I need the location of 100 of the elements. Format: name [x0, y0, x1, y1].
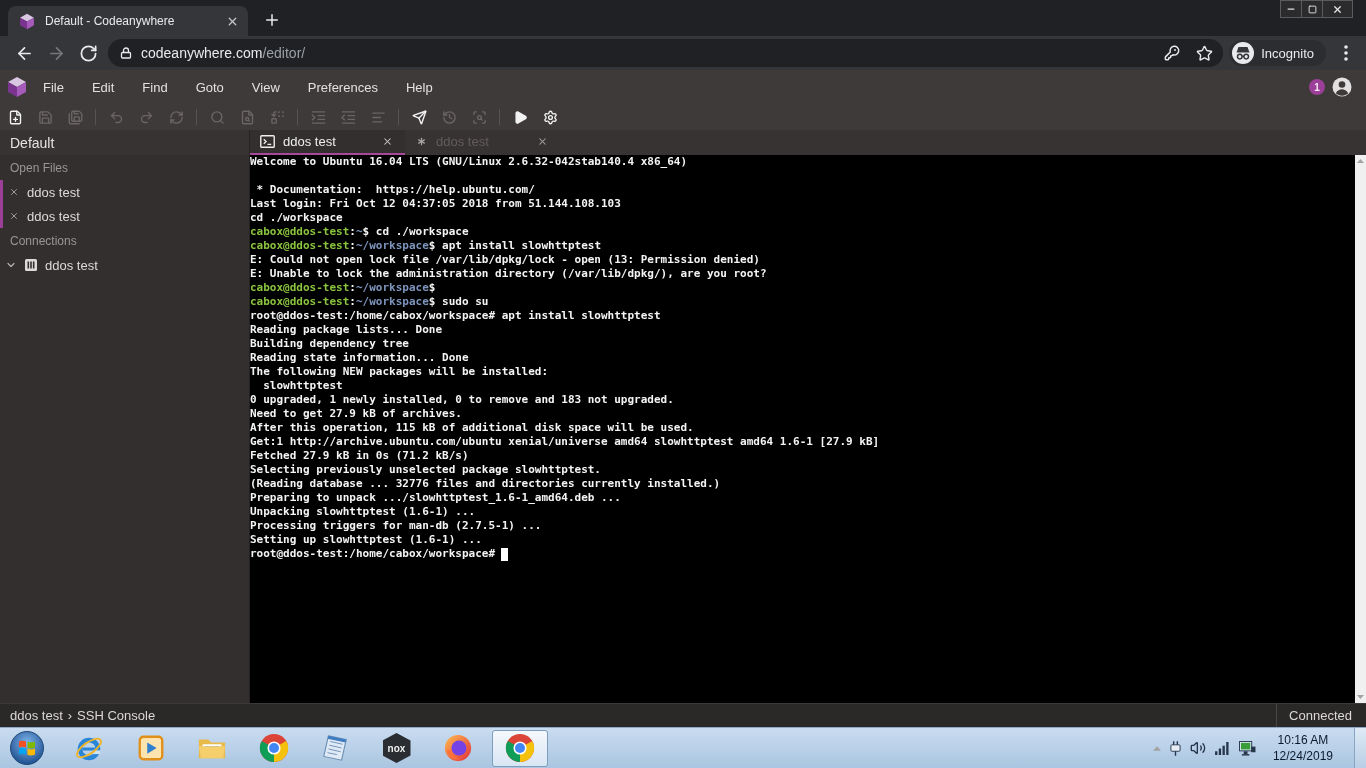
menu-item[interactable]: Goto: [181, 75, 238, 99]
scrollbar[interactable]: [1355, 155, 1366, 703]
terminal-line: E: Could not open lock file /var/lib/dpkg/lock - open (13: Permission denied): [250, 253, 760, 267]
search-icon: [209, 109, 225, 125]
server-icon: [25, 259, 37, 271]
network-icon[interactable]: [1238, 740, 1256, 756]
taskbar-button[interactable]: [491, 729, 548, 767]
firefox-icon: [443, 733, 473, 763]
replace-icon: [269, 109, 285, 125]
send-icon: [411, 109, 427, 125]
terminal-icon: [260, 135, 275, 148]
menu-item[interactable]: Edit: [77, 75, 129, 99]
terminal-line: root@ddos-test:/home/cabox/workspace#: [250, 547, 496, 561]
terminal-line: Need to get 27.9 kB of archives.: [250, 407, 462, 421]
tab-title: Default - Codeanywhere: [45, 14, 176, 28]
play-icon: [512, 109, 528, 125]
profile-label: Incognito: [1261, 45, 1314, 61]
key-icon[interactable]: [1164, 45, 1181, 61]
terminal-line: cabox@ddos-test:~/workspace$: [250, 281, 436, 295]
terminal-line: E: Unable to lock the administration directory (/var/lib/dpkg/), are you root?: [250, 267, 767, 281]
menu-item[interactable]: View: [237, 75, 294, 99]
terminal-line: Selecting previously unselected package slowhttptest.: [250, 463, 601, 477]
clock-date[interactable]: 12/24/2019: [1272, 748, 1333, 764]
menu-item[interactable]: Find: [128, 75, 182, 99]
notification-badge[interactable]: 1: [1309, 79, 1325, 95]
url-text: codeanywhere.com/editor/: [141, 45, 306, 61]
chrome-icon: [504, 733, 535, 763]
connection-item[interactable]: ddos test: [0, 253, 249, 277]
terminal-line: Welcome to Ubuntu 16.04 LTS (GNU/Linux 2.6.32-042stab140.4 x86_64): [250, 155, 688, 169]
project-title: Default: [10, 134, 55, 151]
terminal-line: Reading state information... Done: [250, 351, 469, 365]
terminal-line: Processing triggers for man-db (2.7.5-1) ...: [250, 519, 542, 533]
scan-search-icon: [471, 109, 487, 125]
close-icon: [536, 136, 548, 147]
outdent-icon: [340, 109, 356, 125]
incognito-button[interactable]: Incognito: [1229, 40, 1326, 66]
speaker-icon[interactable]: [1189, 740, 1206, 756]
connection-name: ddos test: [45, 257, 98, 273]
user-icon[interactable]: [1332, 77, 1352, 97]
lock-icon: [120, 47, 132, 59]
settings-icon: [542, 109, 558, 125]
taskbar-button[interactable]: nox: [368, 729, 425, 767]
asterisk-icon: [415, 135, 428, 148]
close-tab-button[interactable]: [536, 135, 548, 148]
close-window-button[interactable]: [1322, 0, 1353, 18]
plug-icon[interactable]: [1169, 740, 1181, 756]
signal-icon[interactable]: [1214, 741, 1230, 755]
open-file-item[interactable]: ddos test: [3, 180, 249, 204]
address-bar[interactable]: codeanywhere.com/editor/: [108, 39, 1224, 67]
menu-item[interactable]: Preferences: [293, 75, 392, 99]
open-file-item[interactable]: ddos test: [3, 204, 249, 228]
terminal-line: Last login: Fri Oct 12 04:37:05 2018 from 51.144.108.103: [250, 197, 621, 211]
menu-item[interactable]: File: [29, 75, 78, 99]
file-name: ddos test: [27, 208, 80, 224]
cube-icon: [7, 76, 27, 98]
close-icon[interactable]: [9, 211, 19, 221]
redo-icon: [138, 109, 154, 125]
terminal-line: root@ddos-test:/home/cabox/workspace# apt install slowhttptest: [250, 309, 661, 323]
incognito-icon: [1232, 42, 1255, 64]
breadcrumb-item[interactable]: ddos test: [10, 708, 63, 723]
terminal-line: cd ./workspace: [250, 211, 343, 225]
terminal-line: Unpacking slowhttptest (1.6-1) ...: [250, 505, 476, 519]
restore-icon: [1307, 4, 1317, 14]
chrome-icon: [258, 733, 289, 763]
editor-tab[interactable]: ddos test: [250, 130, 405, 155]
file-search-icon: [239, 109, 255, 125]
close-tab-button[interactable]: [381, 135, 393, 148]
terminal-line: Reading package lists... Done: [250, 323, 443, 337]
active-indicator: [0, 180, 3, 228]
file-name: ddos test: [27, 184, 80, 200]
indent-icon: [310, 109, 326, 125]
terminal-line: slowhttptest: [262, 379, 343, 393]
refresh-icon: [168, 109, 184, 125]
star-icon[interactable]: [1196, 44, 1214, 62]
terminal-line: (Reading database ... 32776 files and directories currently installed.): [250, 477, 721, 491]
close-icon[interactable]: [9, 187, 19, 197]
section-title: Connections: [9, 233, 78, 250]
restore-button[interactable]: [1301, 0, 1323, 18]
save-all-icon: [67, 109, 83, 125]
terminal-line: 0 upgraded, 1 newly installed, 0 to remove and 183 not upgraded.: [250, 393, 674, 407]
terminal-line: After this operation, 115 kB of additional disk space will be used.: [250, 421, 694, 435]
terminal-line: Setting up slowhttptest (1.6-1) ...: [250, 533, 482, 547]
browser-tab[interactable]: Default - Codeanywhere: [8, 6, 248, 36]
align-left-icon: [370, 109, 386, 125]
minimize-button[interactable]: [1280, 0, 1302, 18]
terminal-line: cabox@ddos-test:~/workspace$ apt install slowhttptest: [250, 239, 601, 253]
menu-item[interactable]: Help: [391, 75, 447, 99]
caret-down-icon[interactable]: [1357, 695, 1364, 699]
undo-icon: [108, 109, 124, 125]
more-icon: [1344, 45, 1348, 61]
breadcrumb-item[interactable]: SSH Console: [77, 708, 156, 723]
clock-time[interactable]: 10:16 AM: [1277, 732, 1329, 748]
terminal-line: cabox@ddos-test:~$ cd ./workspace: [250, 225, 469, 239]
cube-icon: [19, 12, 35, 30]
close-icon: [1332, 3, 1343, 15]
reload-icon: [78, 43, 98, 63]
terminal-line: * Documentation: https://help.ubuntu.com/: [255, 183, 535, 197]
caret-up-icon[interactable]: [1357, 159, 1364, 163]
close-icon: [381, 136, 393, 147]
terminal-line: Building dependency tree: [250, 337, 409, 351]
